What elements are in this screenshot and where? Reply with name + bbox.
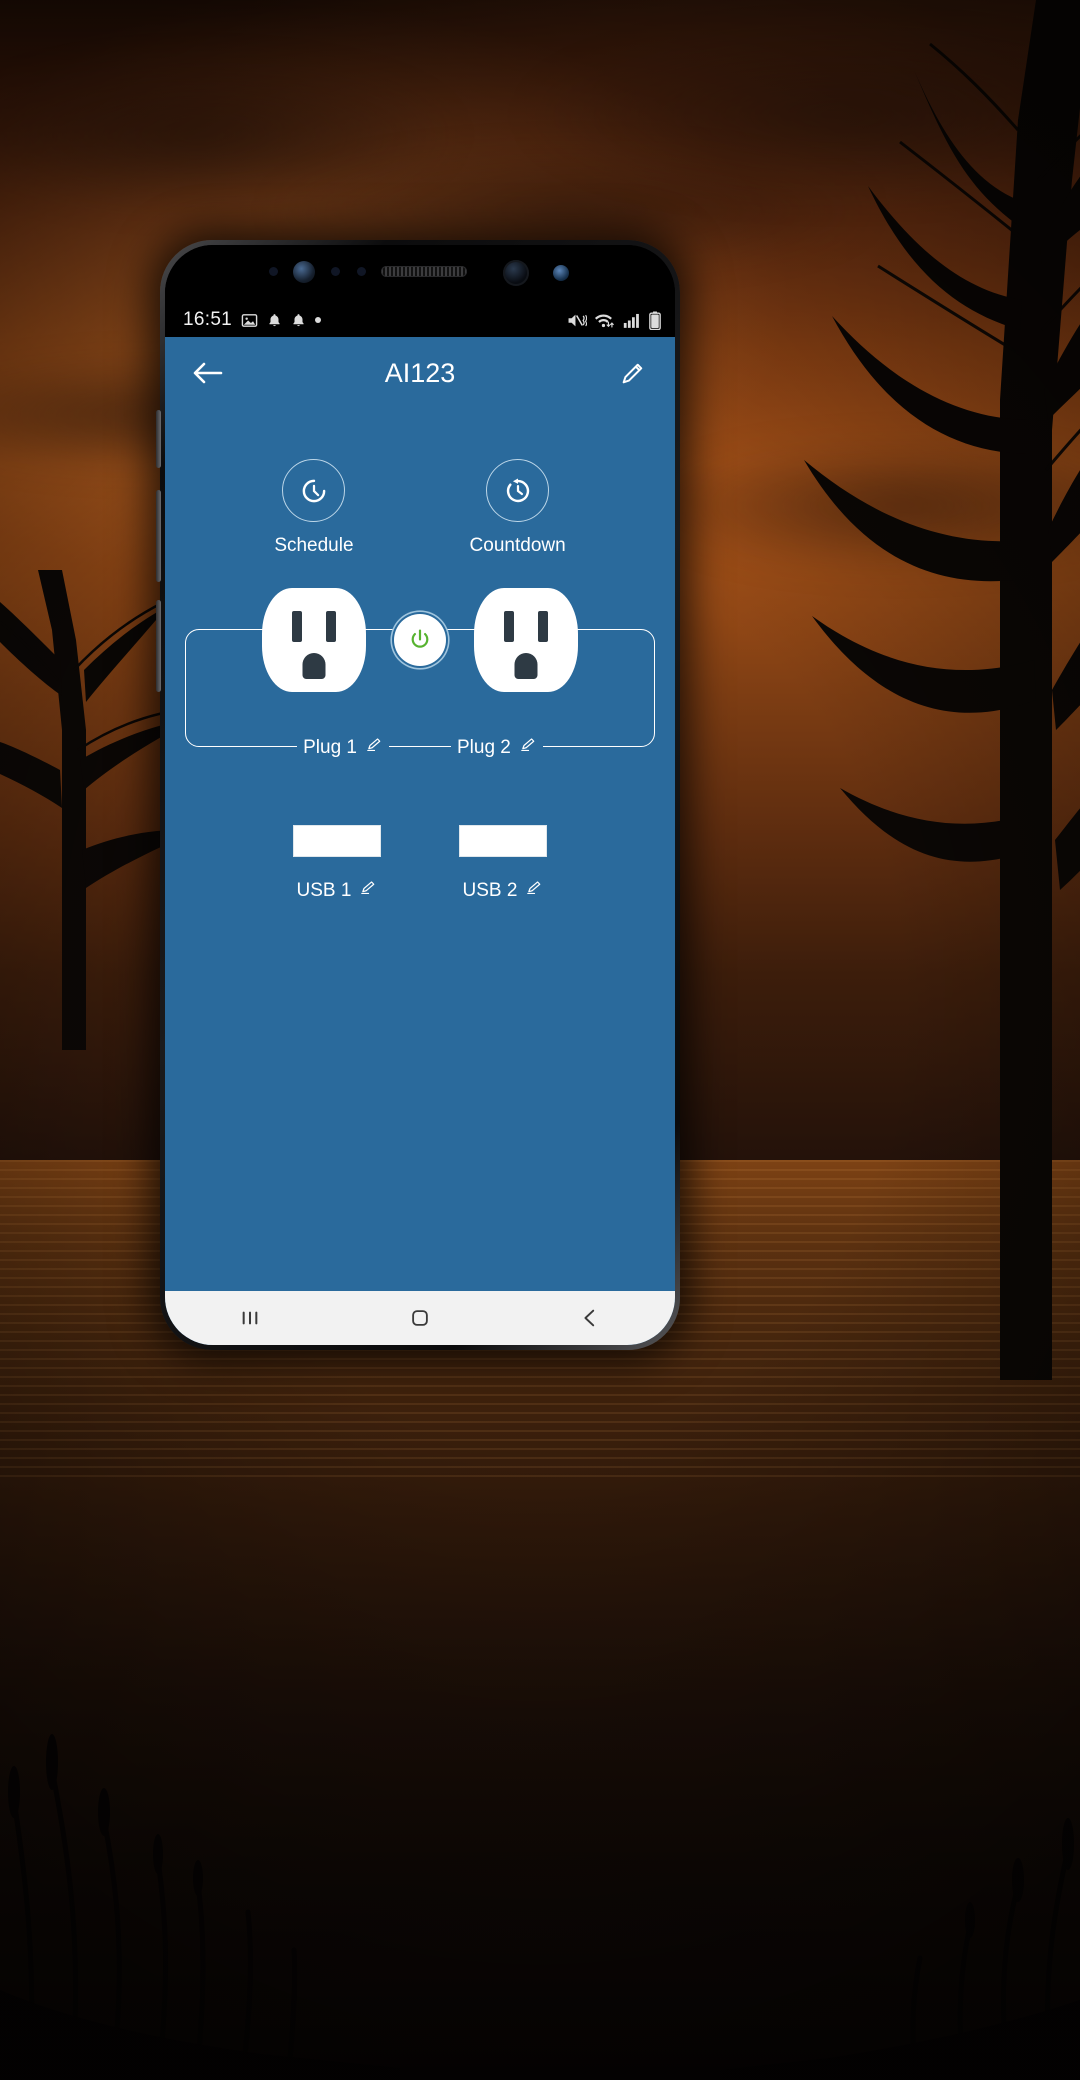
usb-2-label-group: USB 2 — [463, 879, 544, 902]
phone-screen: 16:51 AI123 Schedule Countdown Plug 1 Pl… — [165, 303, 675, 1345]
phone-device: 16:51 AI123 Schedule Countdown Plug 1 Pl… — [156, 240, 680, 1350]
pencil-edit-icon — [527, 881, 541, 895]
plug-2-label: Plug 2 — [457, 736, 511, 758]
plug-2-outlet[interactable] — [474, 588, 578, 692]
usb-1-edit-button[interactable] — [360, 879, 377, 902]
back-button[interactable] — [187, 352, 229, 394]
power-icon — [411, 629, 429, 648]
plug-2-edit-button[interactable] — [520, 736, 537, 759]
schedule-icon-circle — [282, 459, 346, 522]
countdown-label: Countdown — [469, 535, 566, 556]
plug-1-label: Plug 1 — [303, 736, 357, 758]
front-camera-lens — [293, 261, 315, 283]
outlet-ground-pin — [302, 653, 326, 679]
quick-actions-row: Schedule Countdown — [165, 409, 675, 557]
usb-1-label: USB 1 — [296, 879, 352, 901]
usb-2-edit-button[interactable] — [526, 879, 543, 902]
wifi-icon — [595, 314, 614, 328]
usb-2-port[interactable] — [459, 825, 547, 857]
iris-scanner — [553, 265, 569, 281]
volume-down-button[interactable] — [156, 490, 161, 582]
usb-1-group: USB 1 — [293, 825, 381, 902]
recents-button[interactable] — [215, 1291, 285, 1345]
outlet-slot-left — [504, 611, 514, 642]
usb-2-label: USB 2 — [462, 879, 518, 901]
device-control-content: Schedule Countdown Plug 1 Plug 2 USB 1 U… — [165, 409, 675, 1345]
iris-sensor-icon — [357, 267, 366, 276]
mute-vibrate-icon — [568, 314, 587, 326]
timer-icon — [302, 479, 326, 502]
plug-1-outlet[interactable] — [262, 588, 366, 692]
outlet-row — [186, 588, 654, 692]
light-sensor-icon — [331, 267, 340, 276]
recents-icon — [242, 1311, 258, 1325]
bixby-button[interactable] — [156, 410, 161, 468]
back-chevron-icon — [584, 1309, 595, 1327]
outlet-slot-right — [326, 611, 336, 642]
plug-2-label-group: Plug 2 — [451, 736, 543, 759]
volume-up-button[interactable] — [156, 600, 161, 692]
master-power-button[interactable] — [394, 614, 446, 666]
dot-icon — [315, 317, 322, 323]
back-nav-button[interactable] — [555, 1291, 625, 1345]
back-arrow-icon — [193, 362, 223, 384]
edit-device-name-button[interactable] — [611, 352, 653, 394]
app-bar: AI123 — [165, 337, 675, 409]
countdown-button[interactable]: Countdown — [470, 459, 566, 557]
cellular-signal-icon — [623, 313, 639, 328]
schedule-button[interactable]: Schedule — [274, 459, 354, 557]
plug-labels-row: Plug 1 Plug 2 — [186, 736, 654, 759]
status-bar-clock: 16:51 — [183, 309, 233, 330]
pencil-edit-icon — [622, 363, 642, 383]
image-icon — [241, 313, 258, 327]
countdown-timer-icon — [506, 477, 529, 502]
battery-icon — [649, 311, 661, 330]
outlet-ground-pin — [514, 653, 538, 679]
android-navigation-bar — [165, 1291, 675, 1345]
home-icon — [412, 1310, 428, 1326]
usb-2-group: USB 2 — [459, 825, 547, 902]
plug-1-label-group: Plug 1 — [297, 736, 389, 759]
outlet-slot-left — [292, 611, 302, 642]
countdown-icon-circle — [486, 459, 550, 522]
status-bar: 16:51 — [165, 303, 675, 337]
plug-panel: Plug 1 Plug 2 — [185, 588, 655, 759]
page-title: AI123 — [384, 357, 456, 388]
phone-top-bezel — [165, 245, 675, 303]
home-button[interactable] — [385, 1291, 455, 1345]
pencil-edit-icon — [521, 738, 535, 752]
notification-bell-icon — [269, 314, 280, 327]
usb-1-port[interactable] — [293, 825, 381, 857]
plug-1-edit-button[interactable] — [366, 736, 383, 759]
earpiece-speaker — [381, 266, 467, 277]
schedule-label: Schedule — [274, 535, 354, 556]
outlet-slot-right — [538, 611, 548, 642]
pencil-edit-icon — [367, 738, 381, 752]
front-camera — [503, 260, 529, 286]
pencil-edit-icon — [361, 881, 375, 895]
proximity-sensor-icon — [269, 267, 278, 276]
usb-1-label-group: USB 1 — [297, 879, 378, 902]
usb-row: USB 1 USB 2 — [165, 825, 675, 902]
notification-bell-icon — [293, 314, 304, 327]
